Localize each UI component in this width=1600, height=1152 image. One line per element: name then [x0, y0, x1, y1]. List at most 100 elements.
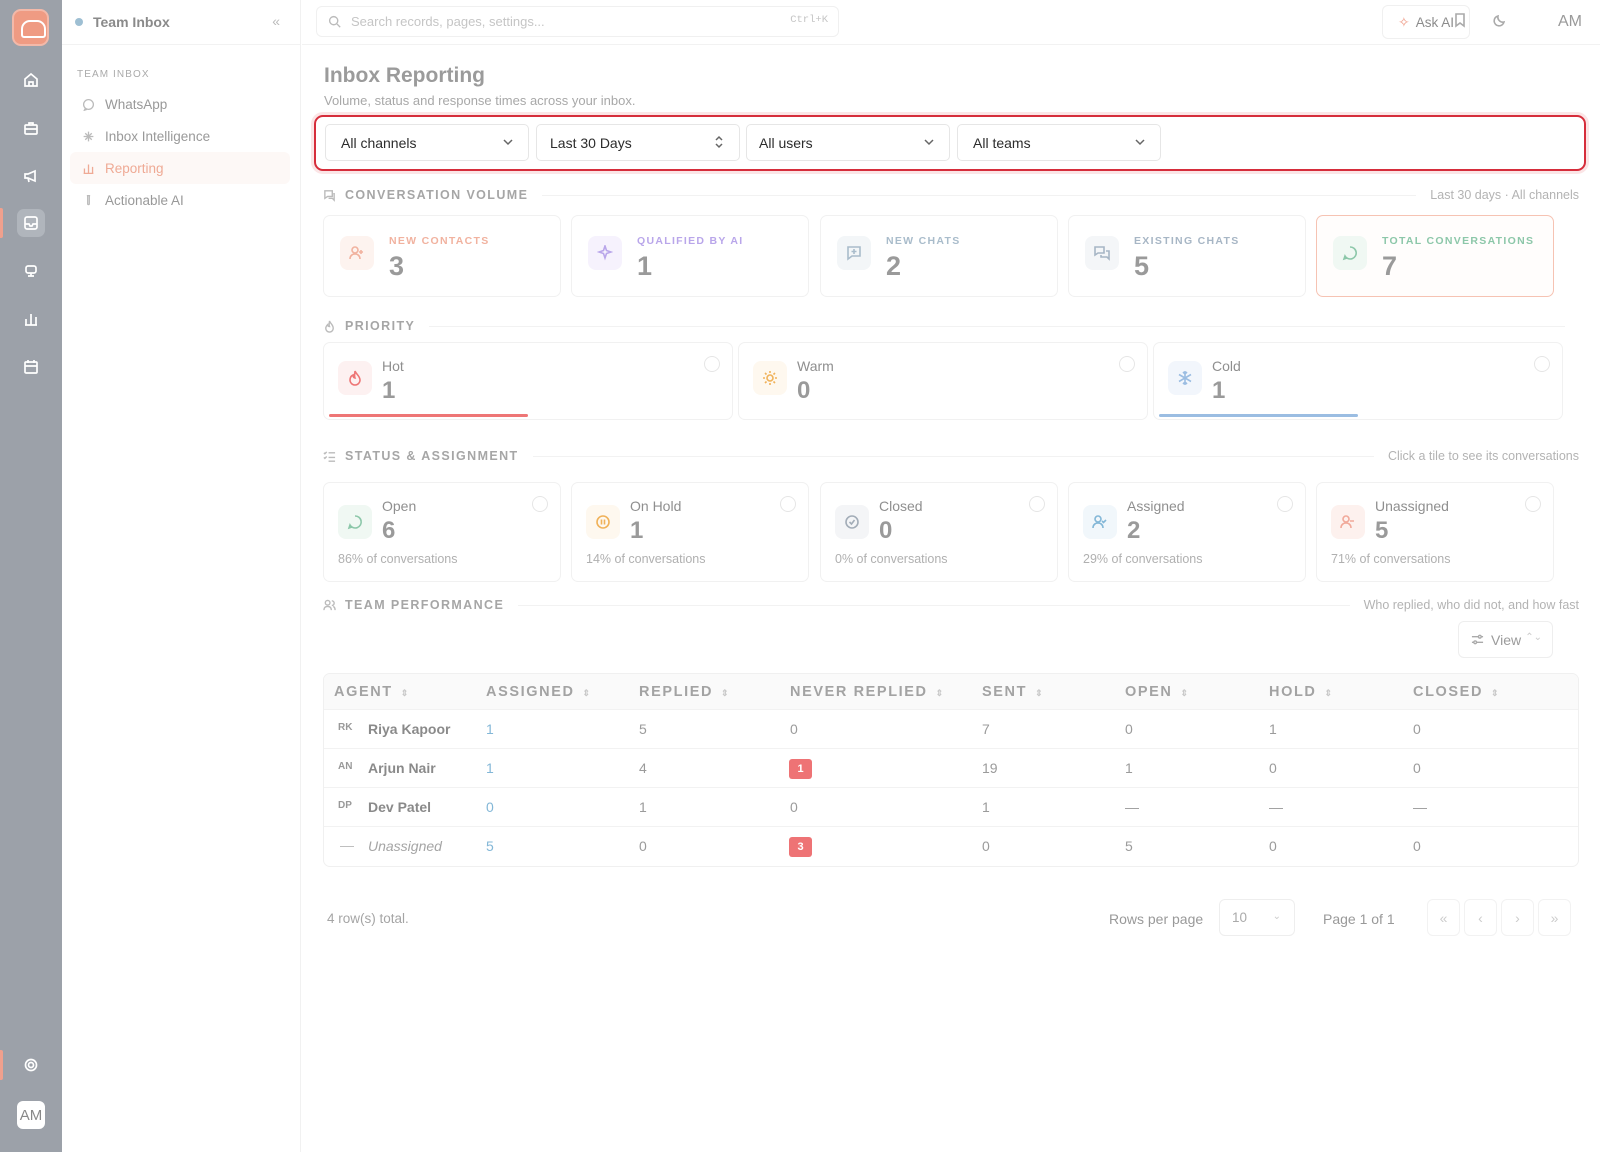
sent-value: 1 [982, 799, 990, 815]
priority-card-radio[interactable] [1534, 356, 1550, 372]
user-menu[interactable]: AM [1558, 13, 1582, 31]
priority-card-cold[interactable]: Cold 1 [1153, 342, 1563, 420]
filter-bar: All channels Last 30 Days All users All … [314, 115, 1586, 171]
teams-filter[interactable]: All teams [957, 124, 1161, 161]
workspace-title: Team Inbox [93, 14, 170, 30]
status-card-percent: 14% of conversations [586, 552, 706, 566]
priority-card-radio[interactable] [1119, 356, 1135, 372]
teams-filter-value: All teams [973, 134, 1031, 151]
megaphone-icon[interactable] [17, 162, 45, 190]
bot-icon[interactable] [17, 257, 45, 285]
section-title: CONVERSATION VOLUME [345, 188, 529, 202]
calendar-icon[interactable] [17, 353, 45, 381]
priority-card-label: Cold [1212, 358, 1241, 374]
priority-card-value: 1 [1212, 377, 1226, 404]
period-filter[interactable]: Last 30 Days [536, 124, 740, 161]
volume-card-label: NEW CONTACTS [389, 235, 490, 247]
status-card-unassigned[interactable]: Unassigned 5 71% of conversations [1316, 482, 1554, 582]
table-row[interactable]: DP Dev Patel 0 1 0 1 — — — [324, 788, 1578, 827]
assigned-link[interactable]: 1 [486, 721, 494, 737]
never-replied-badge[interactable]: 3 [789, 837, 812, 857]
users-filter[interactable]: All users [746, 124, 950, 161]
status-card-open[interactable]: Open 6 86% of conversations [323, 482, 561, 582]
flame-icon [323, 320, 336, 333]
column-header-sent[interactable]: SENT ⇕ [982, 684, 1043, 700]
agent-initials: — [340, 837, 354, 853]
table-row[interactable]: AN Arjun Nair 1 4 1 19 1 0 0 [324, 749, 1578, 788]
sidebar-item-whatsapp[interactable]: WhatsApp [70, 88, 290, 120]
status-card-radio[interactable] [532, 496, 548, 512]
search-placeholder: Search records, pages, settings... [351, 14, 545, 29]
status-card-value: 2 [1127, 517, 1141, 544]
inbox-icon[interactable] [17, 209, 45, 237]
sidebar-item-inbox-intelligence[interactable]: Inbox Intelligence [70, 120, 290, 152]
column-header-never-replied[interactable]: NEVER REPLIED ⇕ [790, 684, 943, 700]
check-circle-icon [835, 505, 869, 539]
priority-card-hot[interactable]: Hot 1 [323, 342, 733, 420]
volume-card-total-conversations[interactable]: TOTAL CONVERSATIONS 7 [1316, 215, 1554, 297]
table-row[interactable]: RK Riya Kapoor 1 5 0 7 0 1 0 [324, 710, 1578, 749]
sent-value: 7 [982, 721, 990, 737]
previous-page-button[interactable]: ‹ [1464, 899, 1497, 936]
never-replied-badge[interactable]: 1 [789, 759, 812, 779]
channel-filter[interactable]: All channels [325, 124, 529, 161]
volume-card-new-contacts[interactable]: NEW CONTACTS 3 [323, 215, 561, 297]
priority-card-radio[interactable] [704, 356, 720, 372]
status-card-closed[interactable]: Closed 0 0% of conversations [820, 482, 1058, 582]
column-header-agent[interactable]: AGENT ⇕ [334, 684, 408, 700]
briefcase-icon[interactable] [17, 114, 45, 142]
assigned-link[interactable]: 5 [486, 838, 494, 854]
agent-name: Dev Patel [368, 799, 432, 815]
period-filter-value: Last 30 Days [550, 134, 632, 151]
first-page-button[interactable]: « [1427, 899, 1460, 936]
user-minus-icon [1331, 505, 1365, 539]
moon-icon[interactable] [1492, 12, 1510, 30]
status-card-radio[interactable] [1029, 496, 1045, 512]
search-input[interactable]: Search records, pages, settings... Ctrl+… [316, 6, 839, 37]
collapse-sidebar-icon[interactable]: « [272, 13, 280, 29]
column-header-open[interactable]: OPEN ⇕ [1125, 684, 1188, 700]
section-title: PRIORITY [345, 319, 416, 333]
volume-card-qualified-by-ai[interactable]: QUALIFIED BY AI 1 [571, 215, 809, 297]
home-icon[interactable] [17, 66, 45, 94]
assigned-link[interactable]: 1 [486, 760, 494, 776]
search-icon [328, 15, 341, 28]
analytics-icon[interactable] [17, 305, 45, 333]
status-card-on-hold[interactable]: On Hold 1 14% of conversations [571, 482, 809, 582]
last-page-button[interactable]: » [1538, 899, 1571, 936]
status-card-assigned[interactable]: Assigned 2 29% of conversations [1068, 482, 1306, 582]
assigned-link[interactable]: 0 [486, 799, 494, 815]
sidebar-item-reporting[interactable]: Reporting [70, 152, 290, 184]
status-dot [75, 18, 83, 26]
rail-settings-marker [0, 1050, 3, 1080]
column-header-closed[interactable]: CLOSED ⇕ [1413, 684, 1499, 700]
priority-card-warm[interactable]: Warm 0 [738, 342, 1148, 420]
sun-icon [753, 361, 787, 395]
app-rail: AM [0, 0, 62, 1152]
agent-name: Arjun Nair [368, 760, 436, 776]
next-page-button[interactable]: › [1501, 899, 1534, 936]
user-avatar[interactable]: AM [17, 1101, 45, 1129]
app-logo[interactable] [12, 9, 49, 46]
volume-card-label: QUALIFIED BY AI [637, 235, 744, 247]
users-filter-value: All users [759, 134, 813, 151]
status-card-percent: 71% of conversations [1331, 552, 1451, 566]
status-card-radio[interactable] [1525, 496, 1541, 512]
table-row[interactable]: — Unassigned 5 0 3 0 5 0 0 [324, 827, 1578, 866]
column-header-replied[interactable]: REPLIED ⇕ [639, 684, 729, 700]
column-header-hold[interactable]: HOLD ⇕ [1269, 684, 1332, 700]
section-priority: PRIORITY [323, 316, 1579, 336]
status-card-radio[interactable] [1277, 496, 1293, 512]
status-card-percent: 86% of conversations [338, 552, 458, 566]
section-divider [518, 604, 1350, 606]
sidebar-item-actionable-ai[interactable]: Actionable AI [70, 184, 290, 216]
settings-gear-icon[interactable] [17, 1051, 45, 1079]
bookmark-icon[interactable] [1452, 12, 1470, 30]
volume-card-existing-chats[interactable]: EXISTING CHATS 5 [1068, 215, 1306, 297]
rows-per-page-select[interactable]: 10 ⌄ [1219, 899, 1295, 936]
section-divider [532, 455, 1374, 457]
volume-card-new-chats[interactable]: NEW CHATS 2 [820, 215, 1058, 297]
status-card-radio[interactable] [780, 496, 796, 512]
view-options-button[interactable]: View ⌃⌄ [1458, 621, 1553, 658]
column-header-assigned[interactable]: ASSIGNED ⇕ [486, 684, 590, 700]
